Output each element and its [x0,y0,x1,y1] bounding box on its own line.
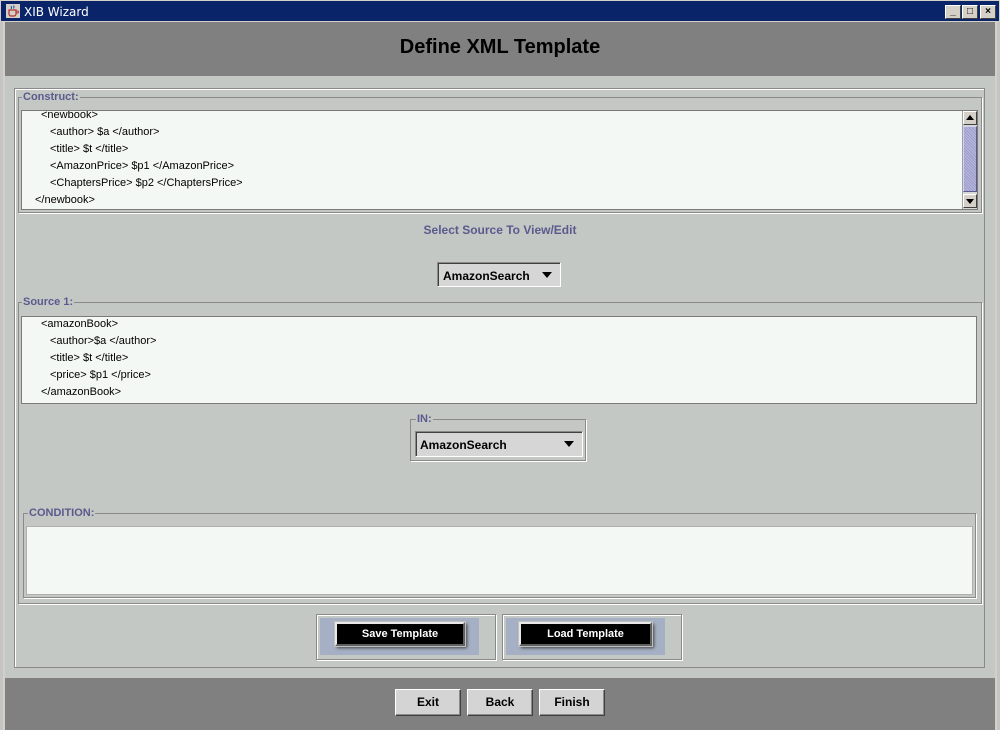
source-line: <title> $t </title> [50,352,129,364]
construct-line: <author> $a </author> [50,126,160,138]
page-title: Define XML Template [399,36,601,58]
scroll-thumb[interactable] [963,126,977,192]
window-title-bar[interactable]: XIB Wizard _ □ × [0,0,1000,22]
construct-legend: Construct: [22,91,80,104]
minimize-button[interactable]: _ [945,5,961,19]
arrow-down-icon [966,199,974,204]
in-legend: IN: [416,413,433,426]
construct-line: <AmazonPrice> $p1 </AmazonPrice> [50,160,235,172]
source-line: <amazonBook> [41,318,119,330]
condition-text-area[interactable] [26,526,973,595]
in-select-value: AmazonSearch [420,438,507,452]
construct-line: <title> $t </title> [50,143,129,155]
source-select-value: AmazonSearch [443,269,530,283]
source-line: <author>$a </author> [50,335,157,347]
java-cup-icon [6,4,20,18]
construct-text-area[interactable]: <newbook> <author> $a </author> <title> … [21,110,978,210]
source-select-dropdown[interactable]: AmazonSearch [437,262,561,287]
source-line: <price> $p1 </price> [50,369,151,381]
close-button[interactable]: × [980,5,996,19]
window-title: XIB Wizard [24,5,89,19]
load-template-button[interactable]: Load Template [519,622,652,646]
save-template-button[interactable]: Save Template [335,622,465,646]
construct-scrollbar[interactable] [962,111,977,209]
construct-line: <ChaptersPrice> $p2 </ChaptersPrice> [50,177,243,189]
construct-line: <newbook> [41,110,98,121]
chevron-down-icon [542,272,552,278]
source-legend: Source 1: [22,296,75,309]
maximize-button[interactable]: □ [962,5,978,19]
condition-legend: CONDITION: [28,507,96,520]
chevron-down-icon [564,441,574,447]
scroll-down-button[interactable] [963,194,977,208]
source-text-area[interactable]: <amazonBook> <author>$a </author> <title… [21,316,977,404]
arrow-up-icon [966,115,974,120]
scroll-up-button[interactable] [963,111,977,125]
source-line: </amazonBook> [41,386,122,398]
finish-button[interactable]: Finish [539,689,605,716]
select-source-label: Select Source To View/Edit [423,223,577,237]
construct-line: </newbook> [35,194,95,206]
back-button[interactable]: Back [467,689,533,716]
in-select-dropdown[interactable]: AmazonSearch [415,431,583,457]
exit-button[interactable]: Exit [395,689,461,716]
